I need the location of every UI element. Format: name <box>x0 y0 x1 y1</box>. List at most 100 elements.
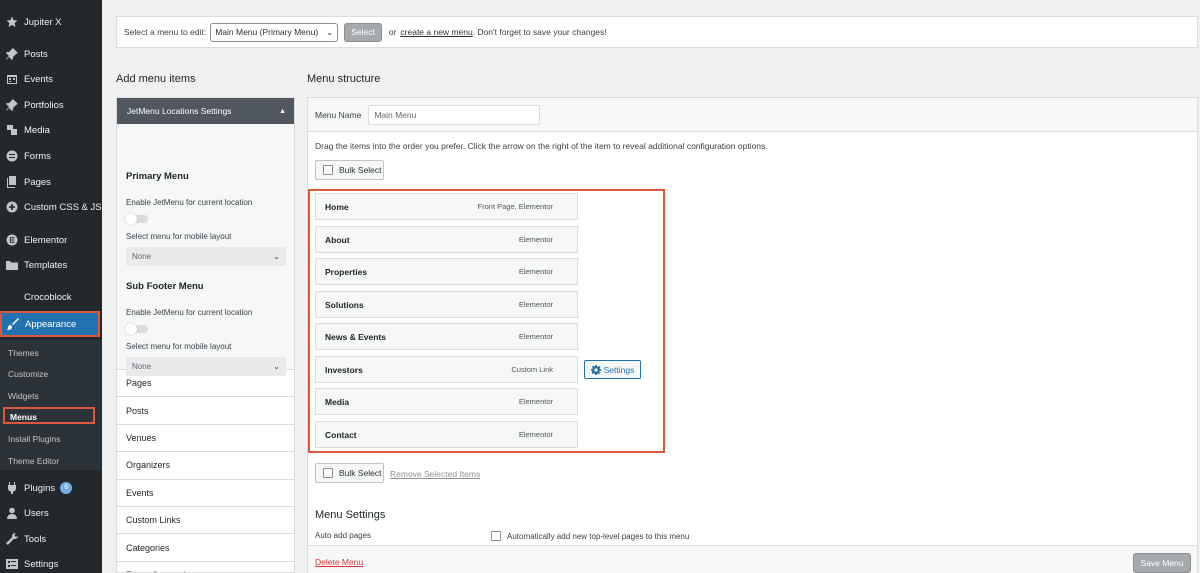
auto-add-pages-text: Automatically add new top-level pages to… <box>507 531 690 541</box>
sidebar-item-posts[interactable]: Posts <box>0 42 102 66</box>
plus-circle-icon <box>5 200 19 214</box>
sidebar-item-events[interactable]: Events <box>0 67 102 91</box>
bulk-select-button[interactable]: Bulk Select <box>315 160 384 180</box>
accordion-events[interactable]: Events <box>117 479 294 507</box>
menu-select-dropdown[interactable]: Main Menu (Primary Menu) ⌄ <box>210 22 339 42</box>
sidebar-item-crocoblock[interactable]: Crocoblock <box>0 285 102 309</box>
item-settings-button[interactable]: Settings <box>584 360 641 379</box>
sidebar-item-label: Plugins <box>24 482 56 494</box>
sidebar-item-portfolios[interactable]: Portfolios <box>0 93 102 117</box>
menu-item-investors[interactable]: Investors Custom Link <box>315 356 578 383</box>
jetmenu-locations-body: Primary Menu Enable JetMenu for current … <box>117 124 294 376</box>
sidebar-item-label: Settings <box>24 558 59 570</box>
submenu-customize[interactable]: Customize <box>8 369 48 379</box>
submenu-themes[interactable]: Themes <box>8 348 39 358</box>
mobile-layout-select[interactable]: None ⌄ <box>126 247 286 266</box>
moon-icon <box>5 290 19 304</box>
sidebar-item-label: Crocoblock <box>24 291 72 303</box>
sidebar-item-tools[interactable]: Tools <box>0 527 102 551</box>
sidebar-item-forms[interactable]: Forms <box>0 144 102 168</box>
select-button[interactable]: Select <box>344 22 382 42</box>
menu-select-bar: Select a menu to edit: Main Menu (Primar… <box>116 16 1198 48</box>
accordion-custom-links[interactable]: Custom Links <box>117 506 294 535</box>
bulk-select-checkbox[interactable] <box>323 468 333 478</box>
sidebar-item-jupiter-x[interactable]: Jupiter X <box>0 10 102 34</box>
enable-jetmenu-toggle[interactable] <box>125 213 148 225</box>
menu-item-title: Investors <box>325 364 363 375</box>
chevron-down-icon: ⌄ <box>326 26 334 37</box>
bulk-select-button[interactable]: Bulk Select <box>315 463 384 483</box>
expand-arrow-icon[interactable] <box>559 334 565 340</box>
submenu-theme-editor[interactable]: Theme Editor <box>8 456 59 466</box>
menu-item-type: Elementor <box>518 235 553 244</box>
sidebar-item-custom-css-js[interactable]: Custom CSS & JS <box>0 195 102 219</box>
sub-footer-menu-title: Sub Footer Menu <box>126 281 204 292</box>
admin-sidebar: Jupiter X Posts Events Portfolios Media … <box>0 0 102 573</box>
settings-icon <box>5 557 19 571</box>
menu-structure-heading: Menu structure <box>307 73 381 85</box>
expand-arrow-icon[interactable] <box>559 399 565 405</box>
create-new-menu-link[interactable]: create a new menu <box>400 27 472 37</box>
plugins-update-badge: 6 <box>60 482 73 494</box>
submenu-widgets[interactable]: Widgets <box>8 391 39 401</box>
add-menu-items-heading: Add menu items <box>116 73 196 85</box>
mobile-layout-select[interactable]: None ⌄ <box>126 357 286 376</box>
jetmenu-locations-title: JetMenu Locations Settings <box>127 106 232 116</box>
accordion-event-categories[interactable]: Event Categories <box>117 561 294 572</box>
menu-item-type: Elementor <box>518 300 553 309</box>
save-menu-button[interactable]: Save Menu <box>1133 553 1191 573</box>
menu-item-contact[interactable]: Contact Elementor <box>315 421 578 448</box>
sidebar-item-media[interactable]: Media <box>0 118 102 142</box>
accordion-organizers[interactable]: Organizers <box>117 452 294 480</box>
enable-jetmenu-label: Enable JetMenu for current location <box>126 308 253 317</box>
sidebar-item-appearance[interactable]: Appearance <box>0 311 100 337</box>
sidebar-item-templates[interactable]: Templates <box>0 253 102 277</box>
auto-add-pages-label: Auto add pages <box>315 531 372 540</box>
select-menu-label: Select a menu to edit: <box>124 27 207 37</box>
expand-arrow-icon[interactable] <box>559 237 565 243</box>
sidebar-item-settings[interactable]: Settings <box>0 552 102 573</box>
expand-arrow-icon[interactable] <box>559 204 565 210</box>
expand-arrow-icon[interactable] <box>559 269 565 275</box>
sidebar-item-label: Templates <box>24 259 68 271</box>
sidebar-item-plugins[interactable]: Plugins 6 <box>0 476 102 500</box>
menu-item-properties[interactable]: Properties Elementor <box>315 258 578 285</box>
bulk-select-checkbox[interactable] <box>323 165 333 175</box>
caret-up-icon: ▲ <box>279 107 286 115</box>
menu-item-home[interactable]: Home Front Page, Elementor <box>315 193 578 220</box>
auto-add-pages-checkbox[interactable] <box>491 531 501 541</box>
remove-selected-items-link[interactable]: Remove Selected Items <box>390 469 480 479</box>
accordion-categories[interactable]: Categories <box>117 534 294 562</box>
accordion-venues[interactable]: Venues <box>117 424 294 453</box>
menu-item-about[interactable]: About Elementor <box>315 226 578 253</box>
menu-settings-title: Menu Settings <box>315 509 386 521</box>
bulk-select-label: Bulk Select <box>339 165 382 175</box>
menu-name-input[interactable]: Main Menu <box>368 104 541 125</box>
jetmenu-locations-header[interactable]: JetMenu Locations Settings ▲ <box>117 98 294 124</box>
auto-add-pages-option[interactable]: Automatically add new top-level pages to… <box>491 531 689 541</box>
expand-arrow-icon[interactable] <box>559 302 565 308</box>
accordion-posts[interactable]: Posts <box>117 397 294 425</box>
sidebar-item-users[interactable]: Users <box>0 501 102 525</box>
menu-item-solutions[interactable]: Solutions Elementor <box>315 291 578 318</box>
delete-menu-link[interactable]: Delete Menu <box>315 557 363 567</box>
menu-item-news-events[interactable]: News & Events Elementor <box>315 323 578 350</box>
pages-icon <box>5 175 19 189</box>
sidebar-item-label: Appearance <box>25 318 77 330</box>
menu-select-value: Main Menu (Primary Menu) <box>215 27 319 37</box>
menu-item-type: Elementor <box>518 430 553 439</box>
sidebar-item-pages[interactable]: Pages <box>0 170 102 194</box>
pin-icon <box>5 47 19 61</box>
menu-item-media[interactable]: Media Elementor <box>315 388 578 415</box>
menu-item-title: Contact <box>325 429 357 440</box>
menu-item-type: Elementor <box>518 267 553 276</box>
enable-jetmenu-toggle[interactable] <box>125 323 148 335</box>
expand-arrow-icon[interactable] <box>559 432 565 438</box>
submenu-menus[interactable]: Menus <box>3 407 95 424</box>
forms-icon <box>5 149 19 163</box>
menu-item-type: Custom Link <box>511 365 553 374</box>
sidebar-item-elementor[interactable]: Elementor <box>0 228 102 252</box>
submenu-install-plugins[interactable]: Install Plugins <box>8 434 60 444</box>
expand-arrow-icon[interactable] <box>559 367 565 373</box>
menu-item-title: News & Events <box>325 331 386 342</box>
